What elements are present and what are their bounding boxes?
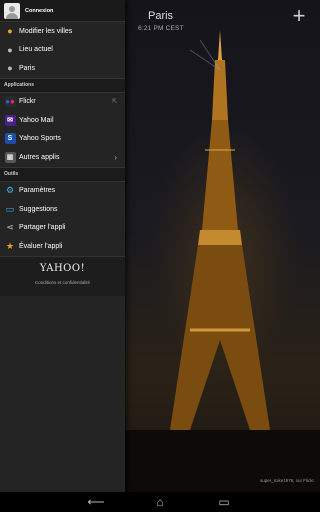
drawer-item-more-apps[interactable]: ▦ Autres applis ›: [0, 148, 125, 167]
gear-icon: ⚙: [5, 185, 15, 196]
section-applications: Applications: [0, 77, 125, 93]
location-pin-icon: ●: [7, 63, 13, 74]
drawer-item-label: Paris: [19, 64, 35, 72]
drawer-item-rate-app[interactable]: ★ Évaluer l'appli: [0, 237, 125, 256]
sign-in-label: Connexion: [25, 7, 54, 14]
drawer-item-paris[interactable]: ● Paris: [0, 59, 125, 78]
drawer-item-flickr[interactable]: ● ● Flickr ⇱: [0, 93, 125, 112]
city-time: 6:21 PM CEST: [138, 25, 184, 32]
drawer-item-label: Évaluer l'appli: [19, 242, 63, 250]
external-link-icon: ⇱: [111, 99, 117, 106]
location-pin-icon: ●: [7, 26, 13, 37]
star-icon: ★: [5, 240, 15, 251]
drawer-item-label: Lieu actuel: [19, 46, 53, 54]
drawer-item-share-app[interactable]: ⋖ Partager l'appli: [0, 219, 125, 238]
flickr-icon: ● ●: [4, 96, 16, 108]
home-icon[interactable]: ⌂: [150, 494, 170, 510]
navigation-drawer: Connexion ● Modifier les villes ● Lieu a…: [0, 0, 125, 492]
terms-link[interactable]: Conditions et confidentialité: [0, 280, 125, 285]
drawer-item-label: Modifier les villes: [19, 27, 73, 35]
back-icon[interactable]: ⟵: [86, 494, 106, 510]
city-name: Paris: [148, 10, 174, 22]
system-nav-bar: ⟵ ⌂ ▭: [0, 492, 320, 512]
yahoo-mail-icon: ✉: [4, 114, 16, 126]
yahoo-sports-icon: S: [4, 133, 16, 145]
drawer-item-label: Paramètres: [19, 187, 56, 195]
location-pin-icon: ●: [7, 44, 13, 55]
drawer-item-label: Suggestions: [19, 205, 58, 213]
drawer-item-settings[interactable]: ⚙ Paramètres: [0, 182, 125, 201]
sign-in-header[interactable]: Connexion: [0, 0, 125, 22]
drawer-item-label: Flickr: [19, 98, 36, 106]
chevron-right-icon: ›: [114, 152, 117, 162]
section-tools: Outils: [0, 166, 125, 182]
recent-apps-icon[interactable]: ▭: [214, 494, 234, 510]
apps-icon: ▦: [4, 151, 16, 163]
add-city-button[interactable]: +: [288, 5, 310, 28]
drawer-item-label: Yahoo Mail: [19, 116, 54, 124]
yahoo-logo: YAHOO!: [39, 263, 86, 274]
drawer-item-current-location[interactable]: ● Lieu actuel: [0, 41, 125, 60]
drawer-item-label: Partager l'appli: [19, 224, 66, 232]
photo-credit: super_mike1976, sur Flickr: [259, 478, 314, 483]
avatar-icon: [4, 2, 20, 19]
chat-icon: ▭: [5, 203, 15, 214]
share-icon: ⋖: [6, 222, 14, 233]
drawer-item-suggestions[interactable]: ▭ Suggestions: [0, 200, 125, 219]
drawer-item-label: Autres applis: [19, 153, 60, 161]
drawer-footer: YAHOO! Conditions et confidentialité: [0, 256, 125, 296]
drawer-item-yahoo-sports[interactable]: S Yahoo Sports: [0, 130, 125, 149]
drawer-item-yahoo-mail[interactable]: ✉ Yahoo Mail: [0, 111, 125, 130]
eiffel-tower-image: [170, 30, 270, 430]
drawer-item-edit-cities[interactable]: ● Modifier les villes: [0, 22, 125, 41]
drawer-item-label: Yahoo Sports: [19, 135, 61, 143]
